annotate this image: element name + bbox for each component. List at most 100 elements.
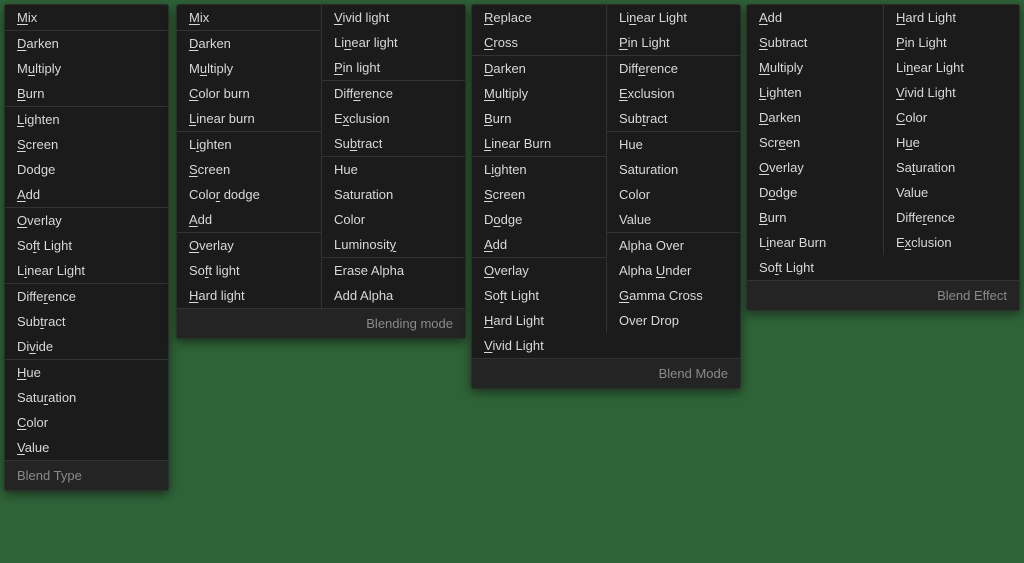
menu-item-hue[interactable]: Hue — [322, 157, 465, 182]
menu-item-linear-burn[interactable]: Linear burn — [177, 106, 321, 131]
menu-item-mix[interactable]: Mix — [5, 5, 168, 30]
menu-item-saturation[interactable]: Saturation — [5, 385, 168, 410]
menu-item-dodge[interactable]: Dodge — [747, 180, 883, 205]
menu-item-saturation[interactable]: Saturation — [607, 157, 740, 182]
menu-item-value[interactable]: Value — [884, 180, 1019, 205]
menu-item-linear-light[interactable]: Linear Light — [607, 5, 740, 30]
menu-item-darken[interactable]: Darken — [747, 105, 883, 130]
menu-item-multiply[interactable]: Multiply — [472, 81, 606, 106]
menu-item-vivid-light[interactable]: Vivid Light — [472, 333, 606, 358]
menu-item-multiply[interactable]: Multiply — [747, 55, 883, 80]
menu-footer: Blend Effect — [747, 280, 1019, 310]
menu-item-overlay[interactable]: Overlay — [177, 233, 321, 258]
menu-item-add[interactable]: Add — [5, 182, 168, 207]
menu-item-soft-light[interactable]: Soft light — [177, 258, 321, 283]
menu-item-soft-light[interactable]: Soft Light — [5, 233, 168, 258]
blend-effect-menu[interactable]: AddSubtractMultiplyLightenDarkenScreenOv… — [746, 4, 1020, 311]
menu-item-soft-light[interactable]: Soft Light — [747, 255, 883, 280]
menu-item-soft-light[interactable]: Soft Light — [472, 283, 606, 308]
menu-item-value[interactable]: Value — [607, 207, 740, 232]
menu-item-screen[interactable]: Screen — [5, 132, 168, 157]
menu-item-erase-alpha[interactable]: Erase Alpha — [322, 258, 465, 283]
menu-footer: Blend Type — [5, 460, 168, 490]
menu-item-subtract[interactable]: Subtract — [747, 30, 883, 55]
menu-item-add[interactable]: Add — [747, 5, 883, 30]
menu-item-color-burn[interactable]: Color burn — [177, 81, 321, 106]
menu-item-hue[interactable]: Hue — [5, 360, 168, 385]
menu-item-linear-light[interactable]: Linear Light — [5, 258, 168, 283]
menu-item-hard-light[interactable]: Hard Light — [884, 5, 1019, 30]
menu-item-difference[interactable]: Difference — [607, 56, 740, 81]
menu-item-burn[interactable]: Burn — [472, 106, 606, 131]
menu-item-exclusion[interactable]: Exclusion — [607, 81, 740, 106]
menu-item-lighten[interactable]: Lighten — [5, 107, 168, 132]
menu-item-burn[interactable]: Burn — [747, 205, 883, 230]
menu-item-lighten[interactable]: Lighten — [747, 80, 883, 105]
menu-item-exclusion[interactable]: Exclusion — [322, 106, 465, 131]
menu-item-difference[interactable]: Difference — [5, 284, 168, 309]
menu-item-multiply[interactable]: Multiply — [177, 56, 321, 81]
menu-group: Alpha OverAlpha UnderGamma CrossOver Dro… — [607, 233, 740, 333]
menu-item-color-dodge[interactable]: Color dodge — [177, 182, 321, 207]
menu-item-divide[interactable]: Divide — [5, 334, 168, 359]
menu-item-difference[interactable]: Difference — [322, 81, 465, 106]
menu-item-over-drop[interactable]: Over Drop — [607, 308, 740, 333]
menu-item-screen[interactable]: Screen — [177, 157, 321, 182]
menu-item-mix[interactable]: Mix — [177, 5, 321, 30]
menu-item-alpha-under[interactable]: Alpha Under — [607, 258, 740, 283]
menu-item-linear-light[interactable]: Linear light — [322, 30, 465, 55]
menu-item-lighten[interactable]: Lighten — [177, 132, 321, 157]
menu-item-dodge[interactable]: Dodge — [5, 157, 168, 182]
menu-item-lighten[interactable]: Lighten — [472, 157, 606, 182]
menu-item-color[interactable]: Color — [322, 207, 465, 232]
menu-item-screen[interactable]: Screen — [472, 182, 606, 207]
menu-item-dodge[interactable]: Dodge — [472, 207, 606, 232]
menu-item-value[interactable]: Value — [5, 435, 168, 460]
menu-item-exclusion[interactable]: Exclusion — [884, 230, 1019, 255]
menu-item-hue[interactable]: Hue — [607, 132, 740, 157]
menu-item-linear-light[interactable]: Linear Light — [884, 55, 1019, 80]
menu-item-darken[interactable]: Darken — [5, 31, 168, 56]
menu-item-alpha-over[interactable]: Alpha Over — [607, 233, 740, 258]
menu-group: ReplaceCross — [472, 5, 606, 56]
menu-item-overlay[interactable]: Overlay — [472, 258, 606, 283]
menu-item-saturation[interactable]: Saturation — [884, 155, 1019, 180]
menu-item-subtract[interactable]: Subtract — [607, 106, 740, 131]
menu-item-subtract[interactable]: Subtract — [322, 131, 465, 156]
menu-item-add[interactable]: Add — [472, 232, 606, 257]
menu-item-replace[interactable]: Replace — [472, 5, 606, 30]
menu-item-screen[interactable]: Screen — [747, 130, 883, 155]
menu-item-color[interactable]: Color — [607, 182, 740, 207]
menu-item-pin-light[interactable]: Pin Light — [607, 30, 740, 55]
menu-item-pin-light[interactable]: Pin light — [322, 55, 465, 80]
blend-mode-menu[interactable]: ReplaceCrossDarkenMultiplyBurnLinear Bur… — [471, 4, 741, 389]
blending-mode-menu[interactable]: MixDarkenMultiplyColor burnLinear burnLi… — [176, 4, 466, 339]
menu-item-cross[interactable]: Cross — [472, 30, 606, 55]
menu-item-pin-light[interactable]: Pin Light — [884, 30, 1019, 55]
menu-item-overlay[interactable]: Overlay — [747, 155, 883, 180]
menu-item-darken[interactable]: Darken — [177, 31, 321, 56]
blend-type-menu[interactable]: MixDarkenMultiplyBurnLightenScreenDodgeA… — [4, 4, 169, 491]
menu-item-vivid-light[interactable]: Vivid Light — [884, 80, 1019, 105]
menu-item-hard-light[interactable]: Hard light — [177, 283, 321, 308]
menu-item-add[interactable]: Add — [177, 207, 321, 232]
menu-item-hard-light[interactable]: Hard Light — [472, 308, 606, 333]
menu-item-vivid-light[interactable]: Vivid light — [322, 5, 465, 30]
menu-item-difference[interactable]: Difference — [884, 205, 1019, 230]
menu-item-color[interactable]: Color — [5, 410, 168, 435]
menu-item-darken[interactable]: Darken — [472, 56, 606, 81]
menu-item-color[interactable]: Color — [884, 105, 1019, 130]
menu-item-hue[interactable]: Hue — [884, 130, 1019, 155]
menu-item-saturation[interactable]: Saturation — [322, 182, 465, 207]
menu-item-subtract[interactable]: Subtract — [5, 309, 168, 334]
menu-item-add-alpha[interactable]: Add Alpha — [322, 283, 465, 308]
menu-group: LightenScreenDodgeAdd — [472, 157, 606, 258]
menu-item-burn[interactable]: Burn — [5, 81, 168, 106]
menu-item-linear-burn[interactable]: Linear Burn — [472, 131, 606, 156]
menu-item-linear-burn[interactable]: Linear Burn — [747, 230, 883, 255]
menu-item-overlay[interactable]: Overlay — [5, 208, 168, 233]
menu-group: OverlaySoft lightHard light — [177, 233, 321, 308]
menu-item-luminosity[interactable]: Luminosity — [322, 232, 465, 257]
menu-item-gamma-cross[interactable]: Gamma Cross — [607, 283, 740, 308]
menu-item-multiply[interactable]: Multiply — [5, 56, 168, 81]
